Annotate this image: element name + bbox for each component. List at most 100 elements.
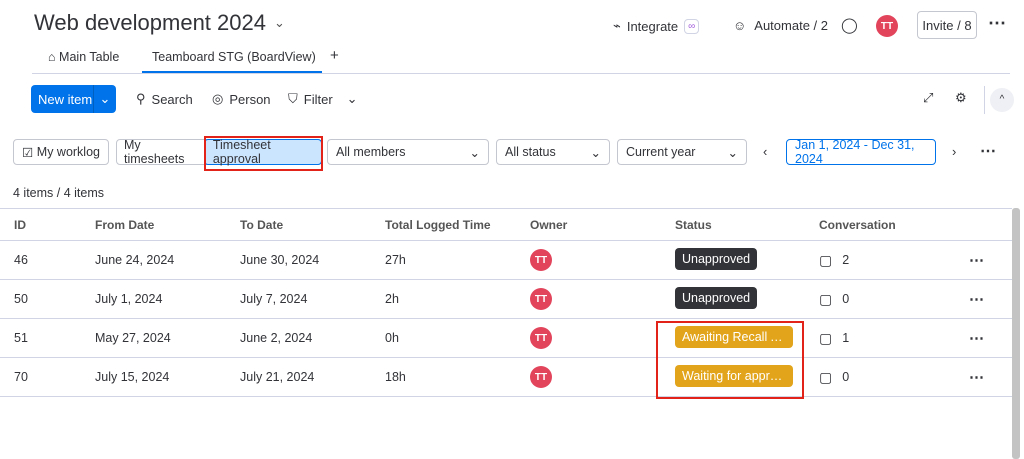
chevron-down-icon: ⌄	[727, 145, 738, 160]
board-title-text: Web development 2024	[34, 10, 266, 35]
search-label: Search	[151, 91, 193, 107]
status-badge[interactable]: Unapproved	[675, 286, 758, 309]
highlight-box	[204, 136, 323, 171]
col-actions	[969, 208, 1012, 241]
table-row[interactable]: 70 July 15, 2024 July 21, 2024 18h TT Wa…	[0, 357, 1012, 397]
status-value: All status	[505, 145, 556, 159]
avatar[interactable]: TT	[530, 366, 552, 388]
cell-owner: TT	[530, 357, 675, 397]
avatar[interactable]: TT	[530, 249, 552, 271]
cell-conversation[interactable]: ▢ 0	[819, 279, 969, 319]
period-select[interactable]: Current year ⌄	[617, 139, 747, 165]
chevron-down-icon: ⌄	[273, 15, 285, 30]
comment-icon: ▢	[819, 251, 833, 268]
col-total-time: Total Logged Time	[385, 208, 530, 241]
col-to-date: To Date	[240, 208, 385, 241]
automate-label: Automate / 2	[754, 18, 828, 33]
board-title[interactable]: Web development 2024 ⌄	[34, 10, 285, 36]
cell-to-date: July 21, 2024	[240, 357, 385, 397]
comment-icon: ▢	[819, 290, 833, 307]
members-value: All members	[336, 145, 406, 159]
chevron-down-icon: ⌄	[590, 145, 601, 160]
tab-main-table[interactable]: ⌂ Main Table	[48, 50, 119, 64]
members-select[interactable]: All members ⌄	[327, 139, 489, 165]
conversation-count: 2	[842, 253, 850, 267]
chat-icon[interactable]: ◯	[841, 16, 858, 34]
row-more-icon[interactable]: ⋯	[969, 279, 1012, 319]
status-badge[interactable]: Unapproved	[675, 247, 758, 270]
cell-from-date: June 24, 2024	[95, 240, 240, 280]
table-row[interactable]: 50 July 1, 2024 July 7, 2024 2h TT Unapp…	[0, 279, 1012, 319]
table-header: ID From Date To Date Total Logged Time O…	[0, 208, 1012, 241]
scrollbar[interactable]	[1012, 208, 1020, 459]
item-count: 4 items / 4 items	[13, 186, 104, 200]
search-button[interactable]: ⚲ Search	[136, 91, 193, 107]
conversation-count: 1	[842, 331, 850, 345]
chevron-down-icon[interactable]: ⌄	[93, 85, 116, 113]
filter-button[interactable]: ⛉ Filter ⌄	[288, 91, 358, 107]
cell-from-date: May 27, 2024	[95, 318, 240, 358]
conversation-count: 0	[842, 292, 850, 306]
timesheet-table: ID From Date To Date Total Logged Time O…	[0, 208, 1012, 397]
cell-total-time: 0h	[385, 318, 530, 358]
status-select[interactable]: All status ⌄	[496, 139, 610, 165]
cell-id: 70	[0, 357, 95, 397]
cell-to-date: July 7, 2024	[240, 279, 385, 319]
highlight-box	[656, 321, 804, 399]
next-chevron-icon[interactable]: ›	[952, 144, 956, 159]
person-button[interactable]: ◎ Person	[212, 91, 271, 107]
invite-button[interactable]: Invite / 8	[917, 11, 977, 39]
table-row[interactable]: 46 June 24, 2024 June 30, 2024 27h TT Un…	[0, 240, 1012, 280]
table-row[interactable]: 51 May 27, 2024 June 2, 2024 0h TT Await…	[0, 318, 1012, 358]
col-owner: Owner	[530, 208, 675, 241]
my-timesheets-tab[interactable]: My timesheets	[117, 138, 205, 166]
add-view-button[interactable]: +	[330, 47, 339, 64]
fullscreen-icon[interactable]: ⤢	[923, 90, 933, 106]
cell-conversation[interactable]: ▢ 0	[819, 357, 969, 397]
col-status: Status	[675, 208, 819, 241]
col-id: ID	[0, 208, 95, 241]
cell-total-time: 18h	[385, 357, 530, 397]
avatar[interactable]: TT	[530, 288, 552, 310]
my-worklog-label: My worklog	[36, 145, 100, 159]
home-icon: ⌂	[48, 50, 56, 64]
automate-button[interactable]: ☺ Automate / 2	[733, 18, 828, 33]
avatar[interactable]: TT	[530, 327, 552, 349]
tab-teamboard[interactable]: Teamboard STG (BoardView)	[142, 50, 322, 73]
period-value: Current year	[626, 145, 696, 159]
cell-id: 46	[0, 240, 95, 280]
row-more-icon[interactable]: ⋯	[969, 318, 1012, 358]
filter-label: Filter	[303, 91, 333, 107]
col-conversation: Conversation	[819, 208, 969, 241]
filter-icon: ⛉	[288, 91, 298, 106]
new-item-button[interactable]: New item ⌄	[31, 85, 116, 113]
collapse-chevron-up-icon[interactable]: ^	[990, 88, 1014, 112]
cell-to-date: June 2, 2024	[240, 318, 385, 358]
cell-to-date: June 30, 2024	[240, 240, 385, 280]
row-more-icon[interactable]: ⋯	[969, 357, 1012, 397]
conversation-count: 0	[842, 370, 850, 384]
date-range-button[interactable]: Jan 1, 2024 - Dec 31, 2024	[786, 138, 936, 166]
cell-from-date: July 1, 2024	[95, 279, 240, 319]
cell-conversation[interactable]: ▢ 2	[819, 240, 969, 280]
person-label: Person	[229, 91, 271, 107]
chevron-down-icon[interactable]: ⌄	[347, 91, 358, 107]
settings-icon[interactable]: ⚙	[955, 90, 967, 106]
more-icon[interactable]: ⋯	[980, 141, 996, 161]
search-icon: ⚲	[136, 91, 146, 106]
cell-conversation[interactable]: ▢ 1	[819, 318, 969, 358]
prev-chevron-icon[interactable]: ‹	[763, 144, 767, 159]
plug-icon: ⌁	[613, 18, 621, 33]
integrate-button[interactable]: ⌁ Integrate ∞	[613, 18, 700, 34]
cell-owner: TT	[530, 240, 675, 280]
more-icon[interactable]: ⋯	[988, 13, 1006, 34]
person-icon: ◎	[212, 91, 224, 106]
my-worklog-button[interactable]: ☑ My worklog	[13, 139, 109, 165]
cell-total-time: 2h	[385, 279, 530, 319]
integrate-label: Integrate	[626, 18, 679, 34]
row-more-icon[interactable]: ⋯	[969, 240, 1012, 280]
view-tabs: ⌂ Main Table Teamboard STG (BoardView) +	[32, 44, 1010, 74]
new-item-label[interactable]: New item	[31, 92, 93, 107]
avatar[interactable]: TT	[876, 15, 898, 37]
calendar-check-icon: ☑	[22, 145, 34, 160]
